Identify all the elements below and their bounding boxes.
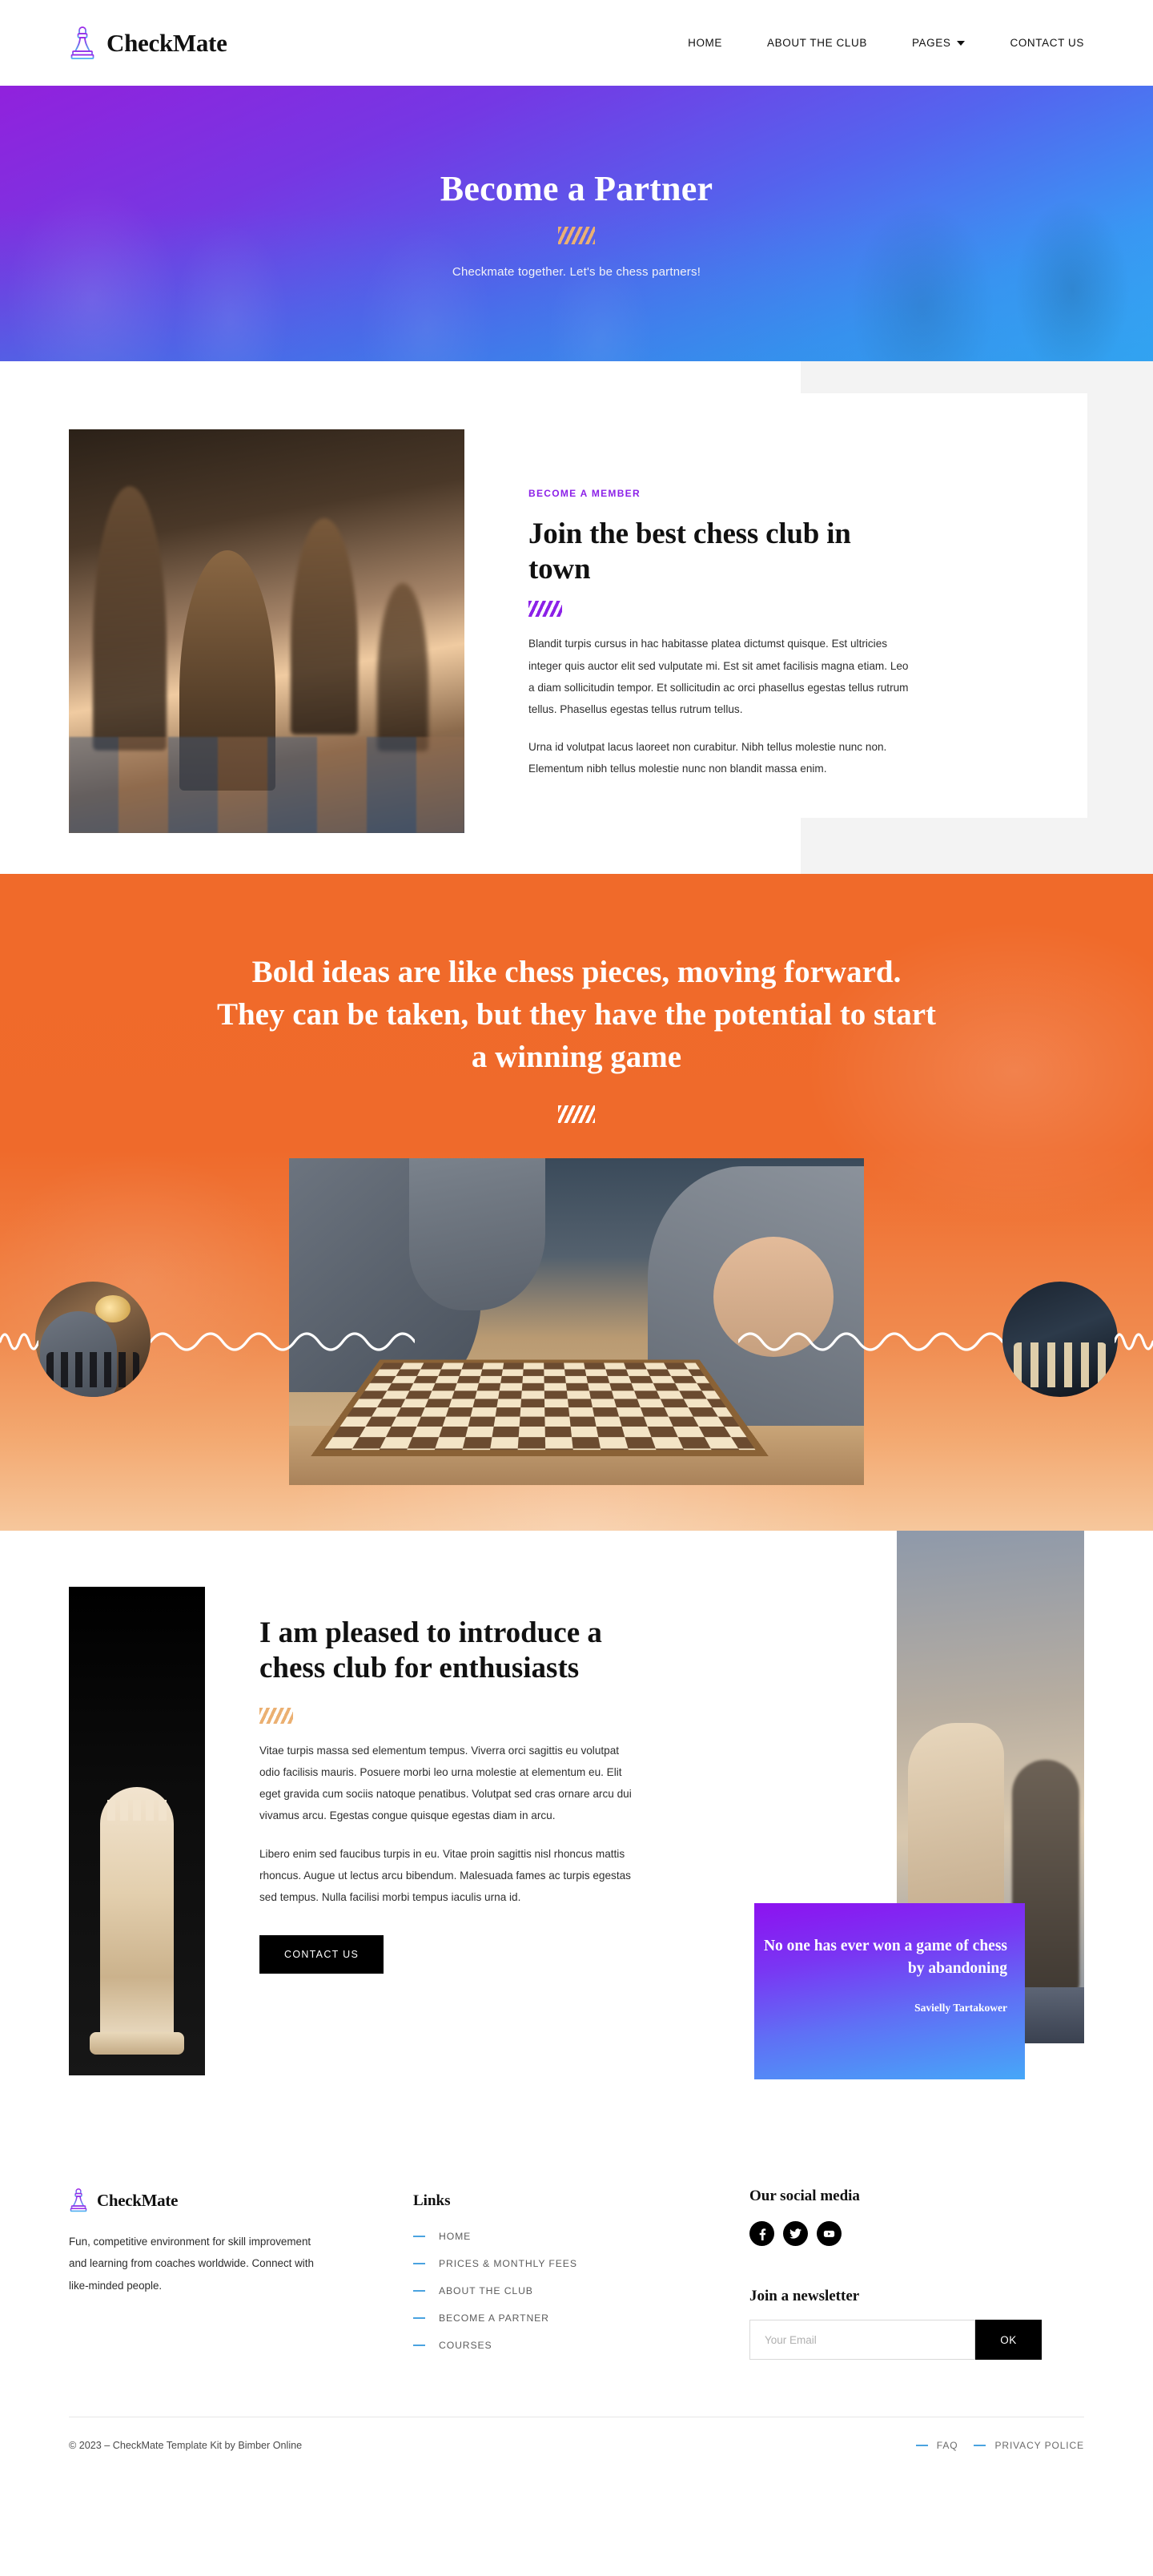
footer-bottom-link-label: PRIVACY POLICE [994, 2440, 1084, 2451]
footer-brand-name: CheckMate [97, 2190, 179, 2210]
member-paragraph-2: Urna id volutpat lacus laoreet non curab… [528, 741, 887, 775]
main-nav: HOME ABOUT THE CLUB PAGES CONTACT US [688, 37, 1084, 49]
twitter-glyph [789, 2228, 802, 2239]
wave-line-icon [151, 1332, 415, 1351]
footer-link-label: BECOME A PARTNER [439, 2312, 549, 2324]
member-heading: Join the best chess club in town [528, 517, 851, 586]
footer-link-become-a-partner[interactable]: BECOME A PARTNER [413, 2312, 749, 2324]
dash-icon [413, 2316, 425, 2320]
white-queen-photo [69, 1587, 205, 2075]
bold-ideas-banner: Bold ideas are like chess pieces, moving… [0, 874, 1153, 1531]
footer-bottom-link-faq[interactable]: FAQ [915, 2440, 958, 2451]
footer-bottom-link-privacy-police[interactable]: PRIVACY POLICE [974, 2440, 1084, 2451]
hero-subtitle: Checkmate together. Let's be chess partn… [452, 265, 701, 279]
footer-columns: CheckMate Fun, competitive environment f… [69, 2188, 1084, 2367]
newsletter-email-input[interactable] [749, 2320, 975, 2360]
chess-pawn-icon [70, 2188, 87, 2212]
bearded-player-circle-photo [35, 1282, 151, 1397]
quote-author: Savielly Tartakower [914, 2001, 1007, 2014]
dash-icon [413, 2235, 425, 2238]
nav-label: CONTACT US [1010, 37, 1084, 49]
footer-about-text: Fun, competitive environment for skill i… [69, 2236, 314, 2292]
become-a-member-section: BECOME A MEMBER Join the best chess club… [0, 361, 1153, 874]
newsletter-form: OK [749, 2320, 1070, 2360]
dash-icon [413, 2289, 425, 2292]
intro-heading: I am pleased to introduce a chess club f… [259, 1616, 602, 1685]
page-root: CheckMate HOME ABOUT THE CLUB PAGES CONT… [0, 0, 1153, 2483]
wave-line-icon [0, 1333, 38, 1350]
hero-banner: Become a Partner Checkmate together. Let… [0, 86, 1153, 361]
hatch-divider-icon [557, 227, 595, 244]
chess-pieces-circle-photo [1002, 1282, 1118, 1397]
banner-content: Bold ideas are like chess pieces, moving… [0, 874, 1153, 1124]
tartakower-quote-card: No one has ever won a game of chess by a… [754, 1903, 1025, 2079]
footer-link-label: COURSES [439, 2340, 492, 2351]
footer-bottom-links: FAQ PRIVACY POLICE [915, 2440, 1084, 2451]
footer-link-prices-monthly-fees[interactable]: PRICES & MONTHLY FEES [413, 2258, 749, 2269]
site-footer: CheckMate Fun, competitive environment f… [0, 2139, 1153, 2483]
nav-item-contact-us[interactable]: CONTACT US [1010, 37, 1084, 49]
nav-item-about-the-club[interactable]: ABOUT THE CLUB [767, 37, 867, 49]
nav-label: ABOUT THE CLUB [767, 37, 867, 49]
contact-us-button[interactable]: CONTACT US [259, 1935, 384, 1974]
footer-link-home[interactable]: HOME [413, 2231, 749, 2242]
hero-content: Become a Partner Checkmate together. Let… [440, 168, 713, 279]
footer-link-label: ABOUT THE CLUB [439, 2285, 533, 2296]
chess-knight-photo [69, 429, 464, 833]
dash-icon [413, 2262, 425, 2265]
nav-item-home[interactable]: HOME [688, 37, 722, 49]
footer-bottom-link-label: FAQ [936, 2440, 958, 2451]
newsletter-heading: Join a newsletter [749, 2288, 860, 2304]
site-header: CheckMate HOME ABOUT THE CLUB PAGES CONT… [0, 0, 1153, 86]
member-text-block: BECOME A MEMBER Join the best chess club… [464, 429, 913, 833]
member-row: BECOME A MEMBER Join the best chess club… [0, 361, 1153, 833]
footer-link-about-the-club[interactable]: ABOUT THE CLUB [413, 2285, 749, 2296]
social-icon-row [749, 2221, 1070, 2246]
dash-icon [413, 2344, 425, 2347]
footer-link-courses[interactable]: COURSES [413, 2340, 749, 2351]
hatch-divider-icon [528, 601, 562, 618]
copyright-text: © 2023 – CheckMate Template Kit by Bimbe… [69, 2440, 303, 2451]
dash-icon [974, 2444, 986, 2447]
chevron-down-icon [957, 40, 966, 46]
dash-icon [915, 2444, 928, 2447]
wave-line-icon [1115, 1333, 1153, 1350]
hero-title: Become a Partner [440, 169, 713, 208]
facebook-icon[interactable] [749, 2221, 774, 2246]
footer-about-column: CheckMate Fun, competitive environment f… [69, 2188, 413, 2367]
nav-label: PAGES [911, 37, 951, 49]
footer-bottom-bar: © 2023 – CheckMate Template Kit by Bimbe… [69, 2417, 1084, 2483]
newsletter-ok-button[interactable]: OK [975, 2320, 1042, 2360]
footer-links-column: Links HOME PRICES & MONTHLY FEES ABOUT T… [413, 2188, 749, 2367]
intro-paragraph-2: Libero enim sed faucibus turpis in eu. V… [259, 1847, 631, 1903]
brand-name: CheckMate [106, 28, 227, 57]
banner-heading: Bold ideas are like chess pieces, moving… [216, 955, 937, 1075]
youtube-glyph [823, 2230, 835, 2237]
intro-paragraph-1: Vitae turpis massa sed elementum tempus.… [259, 1744, 632, 1822]
introduce-club-section: I am pleased to introduce a chess club f… [0, 1531, 1153, 2139]
nav-label: HOME [688, 37, 723, 49]
footer-links-heading: Links [413, 2192, 451, 2209]
quote-text: No one has ever won a game of chess by a… [763, 1938, 1007, 1978]
footer-link-list: HOME PRICES & MONTHLY FEES ABOUT THE CLU… [413, 2231, 749, 2351]
footer-link-label: PRICES & MONTHLY FEES [439, 2258, 577, 2269]
wave-line-icon [738, 1332, 1002, 1351]
facebook-glyph [759, 2228, 765, 2240]
hatch-divider-icon [259, 1707, 293, 1724]
brand-logo[interactable]: CheckMate [69, 26, 227, 61]
twitter-icon[interactable] [783, 2221, 808, 2246]
nav-item-pages[interactable]: PAGES [912, 37, 966, 49]
section-eyebrow: BECOME A MEMBER [528, 488, 641, 499]
member-paragraph-1: Blandit turpis cursus in hac habitasse p… [528, 638, 909, 715]
intro-text-block: I am pleased to introduce a chess club f… [205, 1587, 637, 2075]
hatch-divider-icon [558, 1105, 595, 1124]
chess-pawn-icon [70, 26, 94, 59]
youtube-icon[interactable] [817, 2221, 842, 2246]
footer-link-label: HOME [439, 2231, 472, 2242]
footer-social-column: Our social media Join a newsletter Your … [749, 2188, 1070, 2367]
footer-social-heading: Our social media [749, 2188, 860, 2204]
two-players-chess-photo [289, 1158, 864, 1486]
footer-brand-logo[interactable]: CheckMate [69, 2188, 413, 2213]
